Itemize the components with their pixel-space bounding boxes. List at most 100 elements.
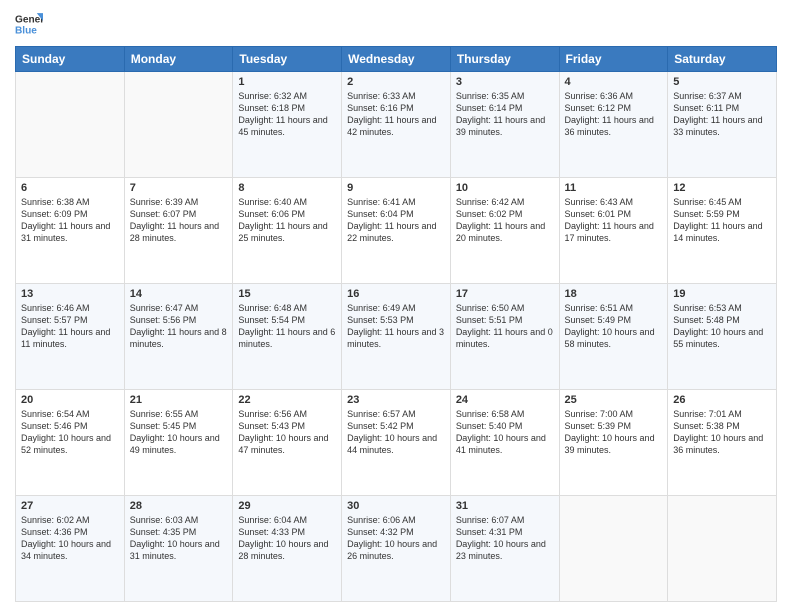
calendar-cell: 6 Sunrise: 6:38 AMSunset: 6:09 PMDayligh… [16,178,125,284]
svg-text:General: General [15,14,43,25]
day-number: 26 [673,394,771,406]
day-number: 23 [347,394,445,406]
calendar-cell: 15 Sunrise: 6:48 AMSunset: 5:54 PMDaylig… [233,284,342,390]
calendar-cell: 20 Sunrise: 6:54 AMSunset: 5:46 PMDaylig… [16,390,125,496]
calendar-cell [124,72,233,178]
cell-info: Sunrise: 6:07 AMSunset: 4:31 PMDaylight:… [456,514,554,563]
day-number: 12 [673,182,771,194]
day-number: 21 [130,394,228,406]
calendar-cell: 30 Sunrise: 6:06 AMSunset: 4:32 PMDaylig… [342,496,451,602]
cell-info: Sunrise: 6:03 AMSunset: 4:35 PMDaylight:… [130,514,228,563]
calendar-cell: 26 Sunrise: 7:01 AMSunset: 5:38 PMDaylig… [668,390,777,496]
calendar-cell: 27 Sunrise: 6:02 AMSunset: 4:36 PMDaylig… [16,496,125,602]
calendar-header-row: SundayMondayTuesdayWednesdayThursdayFrid… [16,47,777,72]
calendar-cell: 28 Sunrise: 6:03 AMSunset: 4:35 PMDaylig… [124,496,233,602]
cell-info: Sunrise: 6:42 AMSunset: 6:02 PMDaylight:… [456,196,554,245]
calendar-week-row: 6 Sunrise: 6:38 AMSunset: 6:09 PMDayligh… [16,178,777,284]
day-header-sunday: Sunday [16,47,125,72]
cell-info: Sunrise: 6:49 AMSunset: 5:53 PMDaylight:… [347,302,445,351]
day-header-friday: Friday [559,47,668,72]
day-header-saturday: Saturday [668,47,777,72]
day-number: 30 [347,500,445,512]
cell-info: Sunrise: 6:51 AMSunset: 5:49 PMDaylight:… [565,302,663,351]
cell-info: Sunrise: 6:35 AMSunset: 6:14 PMDaylight:… [456,90,554,139]
cell-info: Sunrise: 6:37 AMSunset: 6:11 PMDaylight:… [673,90,771,139]
calendar-cell: 9 Sunrise: 6:41 AMSunset: 6:04 PMDayligh… [342,178,451,284]
day-header-wednesday: Wednesday [342,47,451,72]
calendar-week-row: 27 Sunrise: 6:02 AMSunset: 4:36 PMDaylig… [16,496,777,602]
calendar-cell: 17 Sunrise: 6:50 AMSunset: 5:51 PMDaylig… [450,284,559,390]
cell-info: Sunrise: 7:00 AMSunset: 5:39 PMDaylight:… [565,408,663,457]
calendar-cell: 5 Sunrise: 6:37 AMSunset: 6:11 PMDayligh… [668,72,777,178]
calendar-week-row: 1 Sunrise: 6:32 AMSunset: 6:18 PMDayligh… [16,72,777,178]
day-number: 27 [21,500,119,512]
calendar-cell: 12 Sunrise: 6:45 AMSunset: 5:59 PMDaylig… [668,178,777,284]
cell-info: Sunrise: 6:46 AMSunset: 5:57 PMDaylight:… [21,302,119,351]
calendar-cell: 4 Sunrise: 6:36 AMSunset: 6:12 PMDayligh… [559,72,668,178]
calendar-cell: 16 Sunrise: 6:49 AMSunset: 5:53 PMDaylig… [342,284,451,390]
page-header: General Blue [15,10,777,38]
cell-info: Sunrise: 6:06 AMSunset: 4:32 PMDaylight:… [347,514,445,563]
day-number: 31 [456,500,554,512]
day-number: 22 [238,394,336,406]
day-number: 16 [347,288,445,300]
cell-info: Sunrise: 6:04 AMSunset: 4:33 PMDaylight:… [238,514,336,563]
calendar-cell: 2 Sunrise: 6:33 AMSunset: 6:16 PMDayligh… [342,72,451,178]
cell-info: Sunrise: 6:55 AMSunset: 5:45 PMDaylight:… [130,408,228,457]
day-number: 2 [347,76,445,88]
day-number: 17 [456,288,554,300]
cell-info: Sunrise: 6:50 AMSunset: 5:51 PMDaylight:… [456,302,554,351]
cell-info: Sunrise: 6:33 AMSunset: 6:16 PMDaylight:… [347,90,445,139]
day-number: 24 [456,394,554,406]
cell-info: Sunrise: 6:45 AMSunset: 5:59 PMDaylight:… [673,196,771,245]
calendar-cell: 7 Sunrise: 6:39 AMSunset: 6:07 PMDayligh… [124,178,233,284]
day-number: 13 [21,288,119,300]
cell-info: Sunrise: 6:41 AMSunset: 6:04 PMDaylight:… [347,196,445,245]
calendar-table: SundayMondayTuesdayWednesdayThursdayFrid… [15,46,777,602]
day-number: 5 [673,76,771,88]
calendar-cell: 14 Sunrise: 6:47 AMSunset: 5:56 PMDaylig… [124,284,233,390]
calendar-cell [668,496,777,602]
calendar-cell [559,496,668,602]
calendar-cell: 23 Sunrise: 6:57 AMSunset: 5:42 PMDaylig… [342,390,451,496]
calendar-cell: 19 Sunrise: 6:53 AMSunset: 5:48 PMDaylig… [668,284,777,390]
day-header-tuesday: Tuesday [233,47,342,72]
calendar-cell: 3 Sunrise: 6:35 AMSunset: 6:14 PMDayligh… [450,72,559,178]
logo-icon: General Blue [15,10,43,38]
calendar-cell: 10 Sunrise: 6:42 AMSunset: 6:02 PMDaylig… [450,178,559,284]
calendar-cell: 25 Sunrise: 7:00 AMSunset: 5:39 PMDaylig… [559,390,668,496]
calendar-cell: 18 Sunrise: 6:51 AMSunset: 5:49 PMDaylig… [559,284,668,390]
calendar-cell: 13 Sunrise: 6:46 AMSunset: 5:57 PMDaylig… [16,284,125,390]
day-number: 25 [565,394,663,406]
day-number: 6 [21,182,119,194]
day-number: 7 [130,182,228,194]
day-number: 28 [130,500,228,512]
day-header-thursday: Thursday [450,47,559,72]
day-number: 4 [565,76,663,88]
day-number: 10 [456,182,554,194]
calendar-week-row: 20 Sunrise: 6:54 AMSunset: 5:46 PMDaylig… [16,390,777,496]
day-number: 14 [130,288,228,300]
day-number: 9 [347,182,445,194]
day-number: 3 [456,76,554,88]
cell-info: Sunrise: 6:39 AMSunset: 6:07 PMDaylight:… [130,196,228,245]
day-number: 29 [238,500,336,512]
cell-info: Sunrise: 6:53 AMSunset: 5:48 PMDaylight:… [673,302,771,351]
calendar-cell: 8 Sunrise: 6:40 AMSunset: 6:06 PMDayligh… [233,178,342,284]
calendar-cell: 31 Sunrise: 6:07 AMSunset: 4:31 PMDaylig… [450,496,559,602]
svg-text:Blue: Blue [15,25,37,36]
logo: General Blue [15,10,43,38]
day-number: 15 [238,288,336,300]
cell-info: Sunrise: 6:36 AMSunset: 6:12 PMDaylight:… [565,90,663,139]
calendar-week-row: 13 Sunrise: 6:46 AMSunset: 5:57 PMDaylig… [16,284,777,390]
cell-info: Sunrise: 6:54 AMSunset: 5:46 PMDaylight:… [21,408,119,457]
calendar-cell: 21 Sunrise: 6:55 AMSunset: 5:45 PMDaylig… [124,390,233,496]
calendar-cell: 22 Sunrise: 6:56 AMSunset: 5:43 PMDaylig… [233,390,342,496]
calendar-cell: 24 Sunrise: 6:58 AMSunset: 5:40 PMDaylig… [450,390,559,496]
day-number: 1 [238,76,336,88]
cell-info: Sunrise: 6:47 AMSunset: 5:56 PMDaylight:… [130,302,228,351]
day-number: 20 [21,394,119,406]
cell-info: Sunrise: 6:56 AMSunset: 5:43 PMDaylight:… [238,408,336,457]
cell-info: Sunrise: 6:48 AMSunset: 5:54 PMDaylight:… [238,302,336,351]
cell-info: Sunrise: 6:40 AMSunset: 6:06 PMDaylight:… [238,196,336,245]
